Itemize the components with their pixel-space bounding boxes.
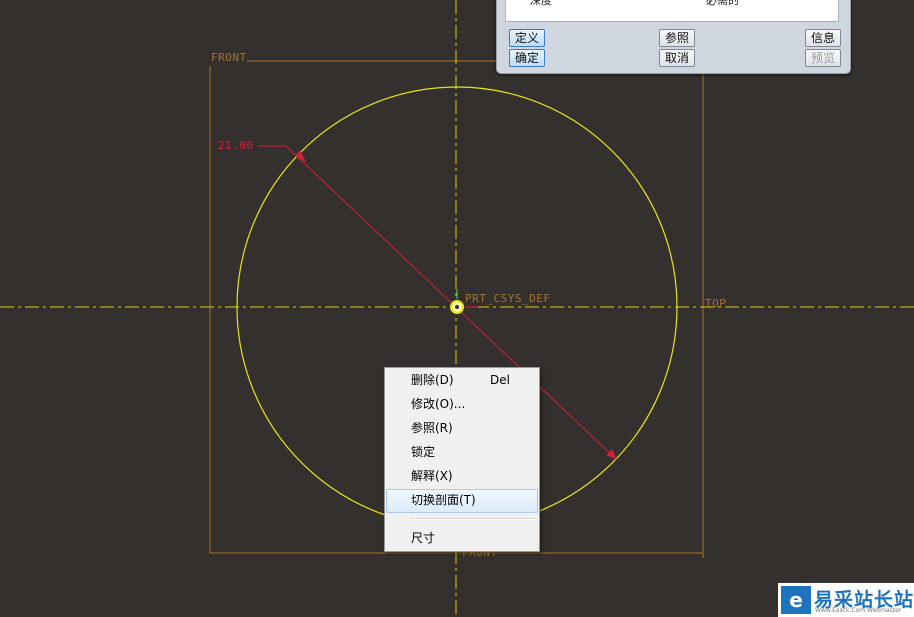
context-menu: 删除(D) Del 修改(O)... 参照(R) 锁定 解释(X) 切换剖面(T… bbox=[384, 367, 540, 552]
ok-button[interactable]: 确定 bbox=[509, 49, 545, 67]
menu-item-dimension[interactable]: 尺寸 bbox=[385, 527, 539, 549]
menu-item-label: 删除(D) bbox=[411, 373, 454, 387]
watermark-url: Www.Easck.Com Webmaster bbox=[815, 607, 902, 614]
csys-label[interactable]: PRT_CSYS_DEF bbox=[465, 292, 550, 305]
references-button[interactable]: 参照 bbox=[659, 29, 695, 47]
menu-item-references[interactable]: 参照(R) bbox=[385, 417, 539, 439]
menu-item-label: 锁定 bbox=[411, 445, 436, 459]
menu-separator bbox=[410, 518, 536, 520]
menu-item-toggle-section[interactable]: 切换剖面(T) bbox=[385, 489, 539, 513]
e-logo-icon: e bbox=[781, 586, 811, 614]
dialog-element-list[interactable]: 深度 必需的 bbox=[505, 0, 839, 22]
menu-item-label: 解释(X) bbox=[411, 469, 453, 483]
menu-item-modify[interactable]: 修改(O)... bbox=[385, 393, 539, 415]
menu-item-label: 尺寸 bbox=[411, 531, 436, 545]
element-status: 必需的 bbox=[706, 0, 739, 7]
menu-item-label: 切换剖面(T) bbox=[411, 493, 476, 507]
menu-item-label: 参照(R) bbox=[411, 421, 453, 435]
preview-button[interactable]: 预览 bbox=[805, 49, 841, 67]
define-button[interactable]: 定义 bbox=[509, 29, 545, 47]
menu-item-shortcut: Del bbox=[490, 373, 510, 387]
feature-dialog: 深度 必需的 定义 参照 信息 确定 取消 预览 bbox=[496, 0, 851, 74]
info-button[interactable]: 信息 bbox=[805, 29, 841, 47]
menu-item-explain[interactable]: 解释(X) bbox=[385, 465, 539, 487]
dimension-value[interactable]: 21.00 bbox=[218, 139, 254, 152]
menu-item-label: 修改(O)... bbox=[411, 397, 466, 411]
element-name: 深度 bbox=[530, 0, 552, 7]
cancel-button[interactable]: 取消 bbox=[659, 49, 695, 67]
plane-top-label[interactable]: TOP bbox=[705, 297, 726, 310]
watermark: e 易采站长站 Www.Easck.Com Webmaster bbox=[778, 583, 914, 617]
menu-item-lock[interactable]: 锁定 bbox=[385, 441, 539, 463]
menu-item-delete[interactable]: 删除(D) Del bbox=[385, 369, 539, 391]
plane-front-label[interactable]: FRONT bbox=[211, 51, 247, 64]
